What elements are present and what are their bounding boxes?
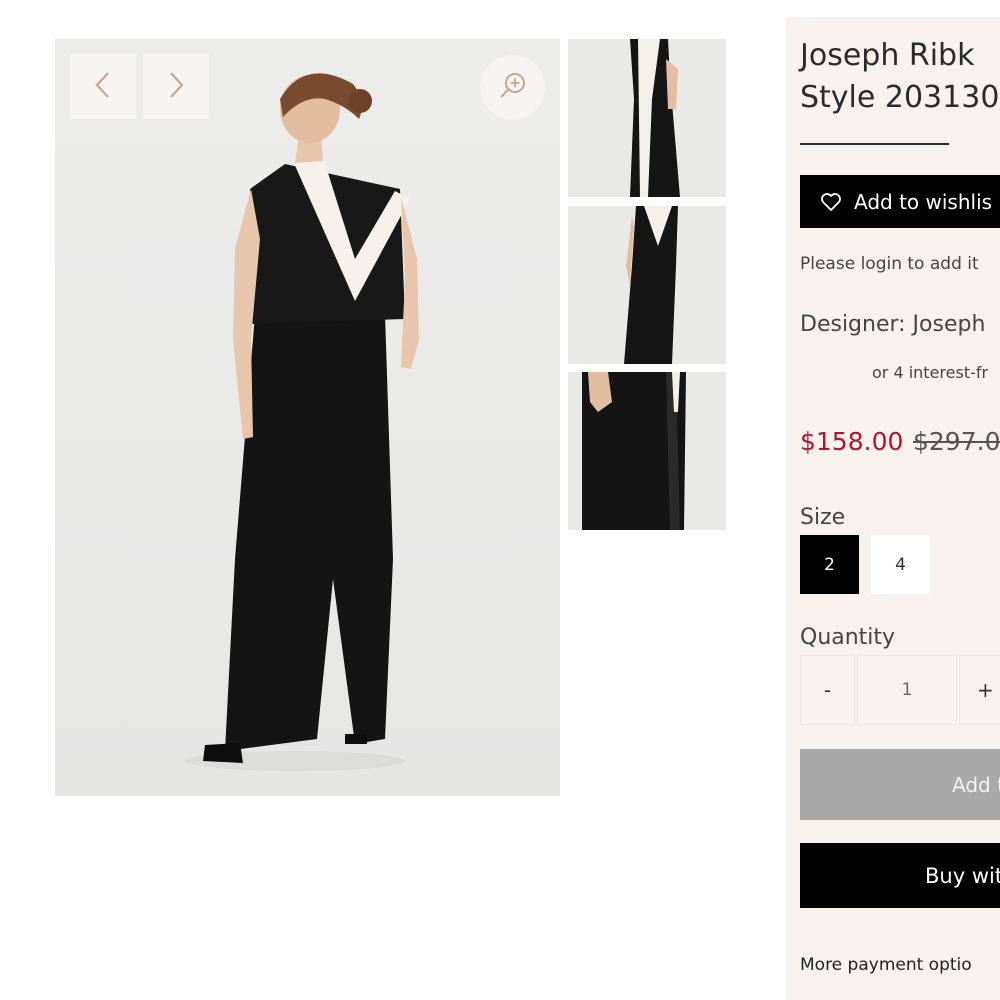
quantity-increase-button[interactable]: + xyxy=(959,655,1000,725)
quantity-label: Quantity xyxy=(800,625,896,650)
designer-label: Designer: Joseph xyxy=(800,312,986,337)
previous-image-button[interactable] xyxy=(70,54,136,119)
size-option-2[interactable]: 2 xyxy=(800,535,859,594)
add-to-wishlist-button[interactable]: Add to wishlis xyxy=(800,175,1000,228)
add-to-cart-label: Add t xyxy=(952,772,1000,797)
more-payment-options-link[interactable]: More payment optio xyxy=(800,955,972,975)
installments-note: or 4 interest-fr xyxy=(872,363,989,382)
thumbnail-front[interactable] xyxy=(568,39,726,197)
next-image-button[interactable] xyxy=(143,54,209,119)
zoom-in-icon xyxy=(498,71,528,105)
add-to-cart-button[interactable]: Add t xyxy=(800,749,1000,820)
size-option-4[interactable]: 4 xyxy=(871,535,930,594)
quantity-decrease-button[interactable]: - xyxy=(800,655,855,725)
buy-now-button[interactable]: Buy wit xyxy=(800,843,1000,908)
chevron-left-icon xyxy=(92,70,114,104)
product-title: Joseph Ribk Style 203130 xyxy=(800,35,1000,119)
quantity-input[interactable]: 1 xyxy=(857,655,957,725)
buy-now-label: Buy wit xyxy=(925,863,1000,888)
heart-icon xyxy=(820,192,842,212)
size-label: Size xyxy=(800,505,846,530)
sale-price: $158.00 xyxy=(800,427,904,456)
chevron-right-icon xyxy=(165,70,187,104)
product-info-panel: Joseph Ribk Style 203130 Add to wishlis … xyxy=(786,17,1000,1000)
product-title-line1: Joseph Ribk xyxy=(800,38,975,73)
wishlist-label: Add to wishlis xyxy=(854,189,993,214)
thumbnail-front-image xyxy=(630,39,680,197)
original-price: $297.00 xyxy=(913,427,1000,456)
zoom-button[interactable] xyxy=(480,55,545,120)
thumbnail-back[interactable] xyxy=(568,206,726,364)
thumbnail-detail-image xyxy=(582,372,686,530)
model-photo xyxy=(185,73,419,771)
thumbnail-detail[interactable] xyxy=(568,372,726,530)
main-product-image[interactable] xyxy=(55,39,560,796)
login-note: Please login to add it xyxy=(800,254,979,274)
thumbnail-back-image xyxy=(624,206,678,364)
product-title-line2: Style 203130 xyxy=(800,80,1000,115)
title-divider xyxy=(800,143,949,145)
